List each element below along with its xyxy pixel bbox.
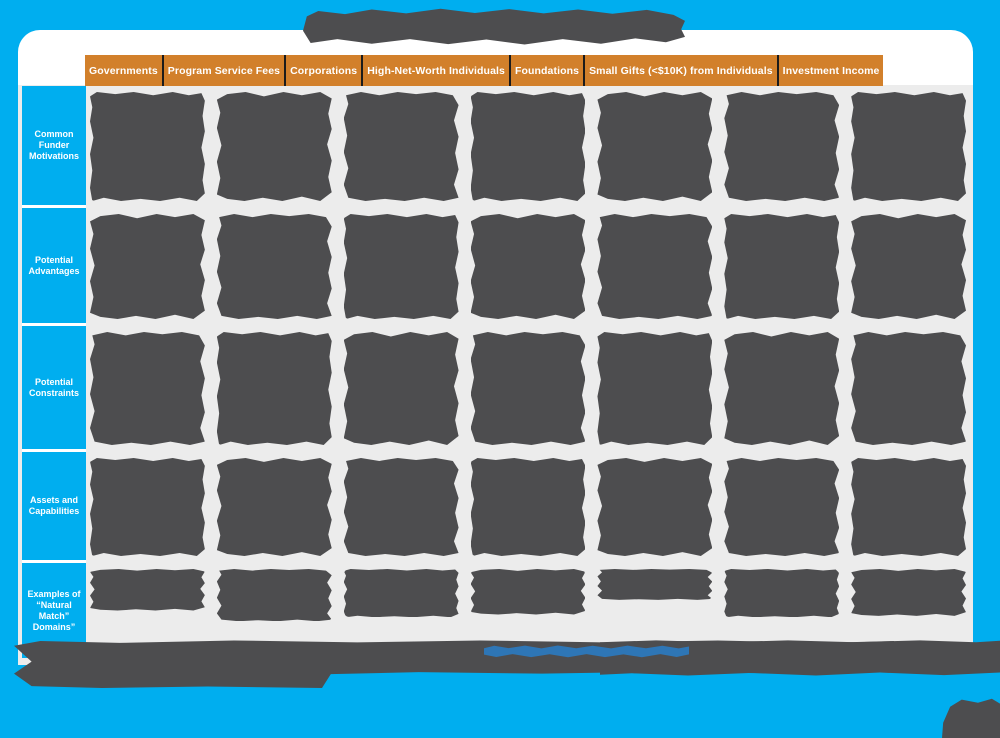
- table-cell[interactable]: [846, 208, 973, 326]
- column-header-small-gifts[interactable]: Small Gifts (<$10K) from Individuals: [585, 55, 779, 86]
- column-header-corporations[interactable]: Corporations: [286, 55, 364, 86]
- table-cell[interactable]: [592, 452, 719, 563]
- table-cell[interactable]: [466, 86, 593, 208]
- table-cell[interactable]: [592, 208, 719, 326]
- table-row: [85, 208, 973, 326]
- table-cell[interactable]: [466, 563, 593, 643]
- table-cell[interactable]: [719, 208, 846, 326]
- table-cell[interactable]: [846, 86, 973, 208]
- table-cell[interactable]: [846, 563, 973, 643]
- column-header-investment-income[interactable]: Investment Income: [778, 55, 884, 86]
- table-cell[interactable]: [212, 86, 339, 208]
- footer-text-redaction-secondary: [600, 640, 1000, 676]
- table-cell[interactable]: [85, 326, 212, 452]
- table-cell[interactable]: [339, 86, 466, 208]
- table-row: [85, 452, 973, 563]
- table-cell[interactable]: [212, 208, 339, 326]
- table-cell[interactable]: [85, 208, 212, 326]
- table-cell[interactable]: [212, 563, 339, 643]
- corner-redaction: [942, 698, 1000, 738]
- table-row: [85, 86, 973, 208]
- table-cell[interactable]: [212, 326, 339, 452]
- table-cell[interactable]: [466, 208, 593, 326]
- page-canvas: Governments Program Service Fees Corpora…: [0, 0, 1000, 738]
- table-cell[interactable]: [339, 563, 466, 643]
- table-cell[interactable]: [719, 86, 846, 208]
- column-header-foundations[interactable]: Foundations: [510, 55, 586, 86]
- column-header-program-service-fees[interactable]: Program Service Fees: [163, 55, 287, 86]
- row-label-common-funder-motivations[interactable]: Common Funder Motivations: [22, 86, 86, 208]
- table-cell[interactable]: [339, 208, 466, 326]
- table-cell[interactable]: [85, 452, 212, 563]
- table-header-row: Governments Program Service Fees Corpora…: [85, 55, 973, 86]
- table-cell[interactable]: [212, 452, 339, 563]
- table-cell[interactable]: [466, 452, 593, 563]
- row-label-assets-and-capabilities[interactable]: Assets and Capabilities: [22, 452, 86, 563]
- table-cell[interactable]: [592, 563, 719, 643]
- table-cell[interactable]: [339, 452, 466, 563]
- matrix-card: Governments Program Service Fees Corpora…: [18, 30, 973, 665]
- table-cell[interactable]: [846, 326, 973, 452]
- table-cell[interactable]: [846, 452, 973, 563]
- row-label-potential-constraints[interactable]: Potential Constraints: [22, 326, 86, 452]
- table-row-label-column: Common Funder Motivations Potential Adva…: [22, 86, 86, 658]
- table-cell[interactable]: [719, 563, 846, 643]
- table-cell[interactable]: [719, 326, 846, 452]
- table-cell[interactable]: [592, 326, 719, 452]
- table-row: [85, 563, 973, 643]
- row-label-potential-advantages[interactable]: Potential Advantages: [22, 208, 86, 326]
- table-cell[interactable]: [592, 86, 719, 208]
- table-cell[interactable]: [466, 326, 593, 452]
- column-header-high-net-worth-individuals[interactable]: High-Net-Worth Individuals: [363, 55, 511, 86]
- matrix-cell-grid: [85, 86, 973, 643]
- table-cell[interactable]: [85, 563, 212, 643]
- table-cell[interactable]: [719, 452, 846, 563]
- table-cell[interactable]: [85, 86, 212, 208]
- table-cell[interactable]: [339, 326, 466, 452]
- column-header-governments[interactable]: Governments: [85, 55, 164, 86]
- table-row: [85, 326, 973, 452]
